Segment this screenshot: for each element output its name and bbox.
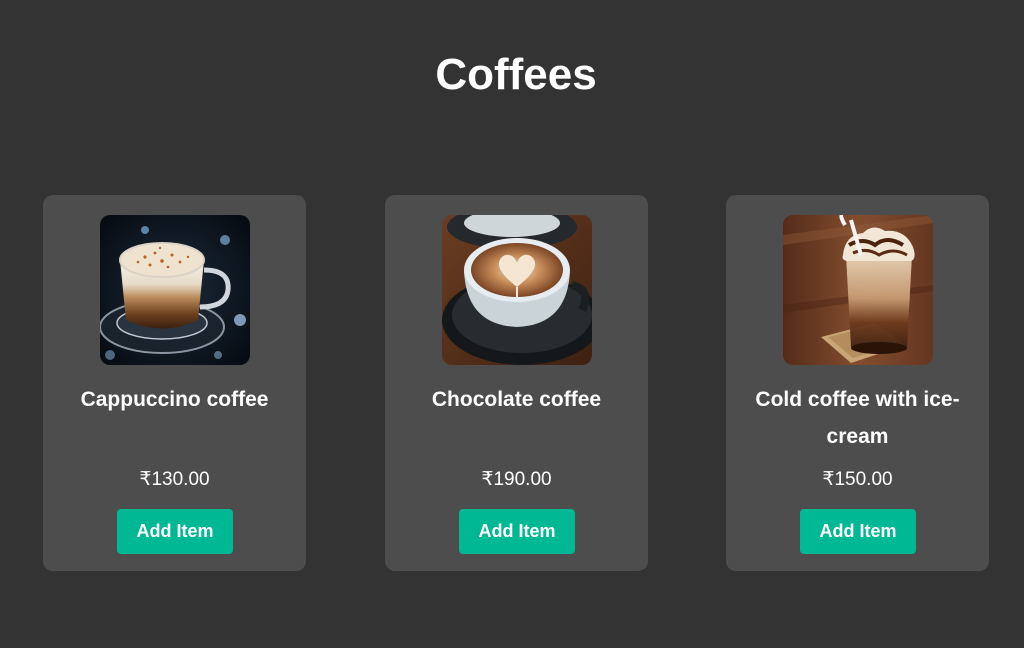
page-title: Coffees — [435, 50, 597, 99]
product-name: Cappuccino coffee — [80, 388, 269, 411]
product-card-chocolate: Chocolate coffee ₹190.00 Add Item — [385, 195, 648, 571]
product-name: Cold coffee with ice-cream — [755, 388, 960, 448]
product-name: Chocolate coffee — [431, 388, 602, 411]
product-price: ₹190.00 — [481, 469, 552, 490]
cappuccino-image — [100, 215, 250, 365]
product-price: ₹130.00 — [139, 469, 210, 490]
cold-coffee-image — [783, 215, 933, 365]
product-card-cappuccino: Cappuccino coffee ₹130.00 Add Item — [43, 195, 306, 571]
add-item-button[interactable]: Add Item — [800, 509, 916, 554]
product-price: ₹150.00 — [822, 469, 893, 490]
add-item-button[interactable]: Add Item — [459, 509, 575, 554]
chocolate-coffee-image — [442, 215, 592, 365]
add-item-button[interactable]: Add Item — [117, 509, 233, 554]
product-card-cold-coffee: Cold coffee with ice-cream ₹150.00 Add I… — [726, 195, 989, 571]
